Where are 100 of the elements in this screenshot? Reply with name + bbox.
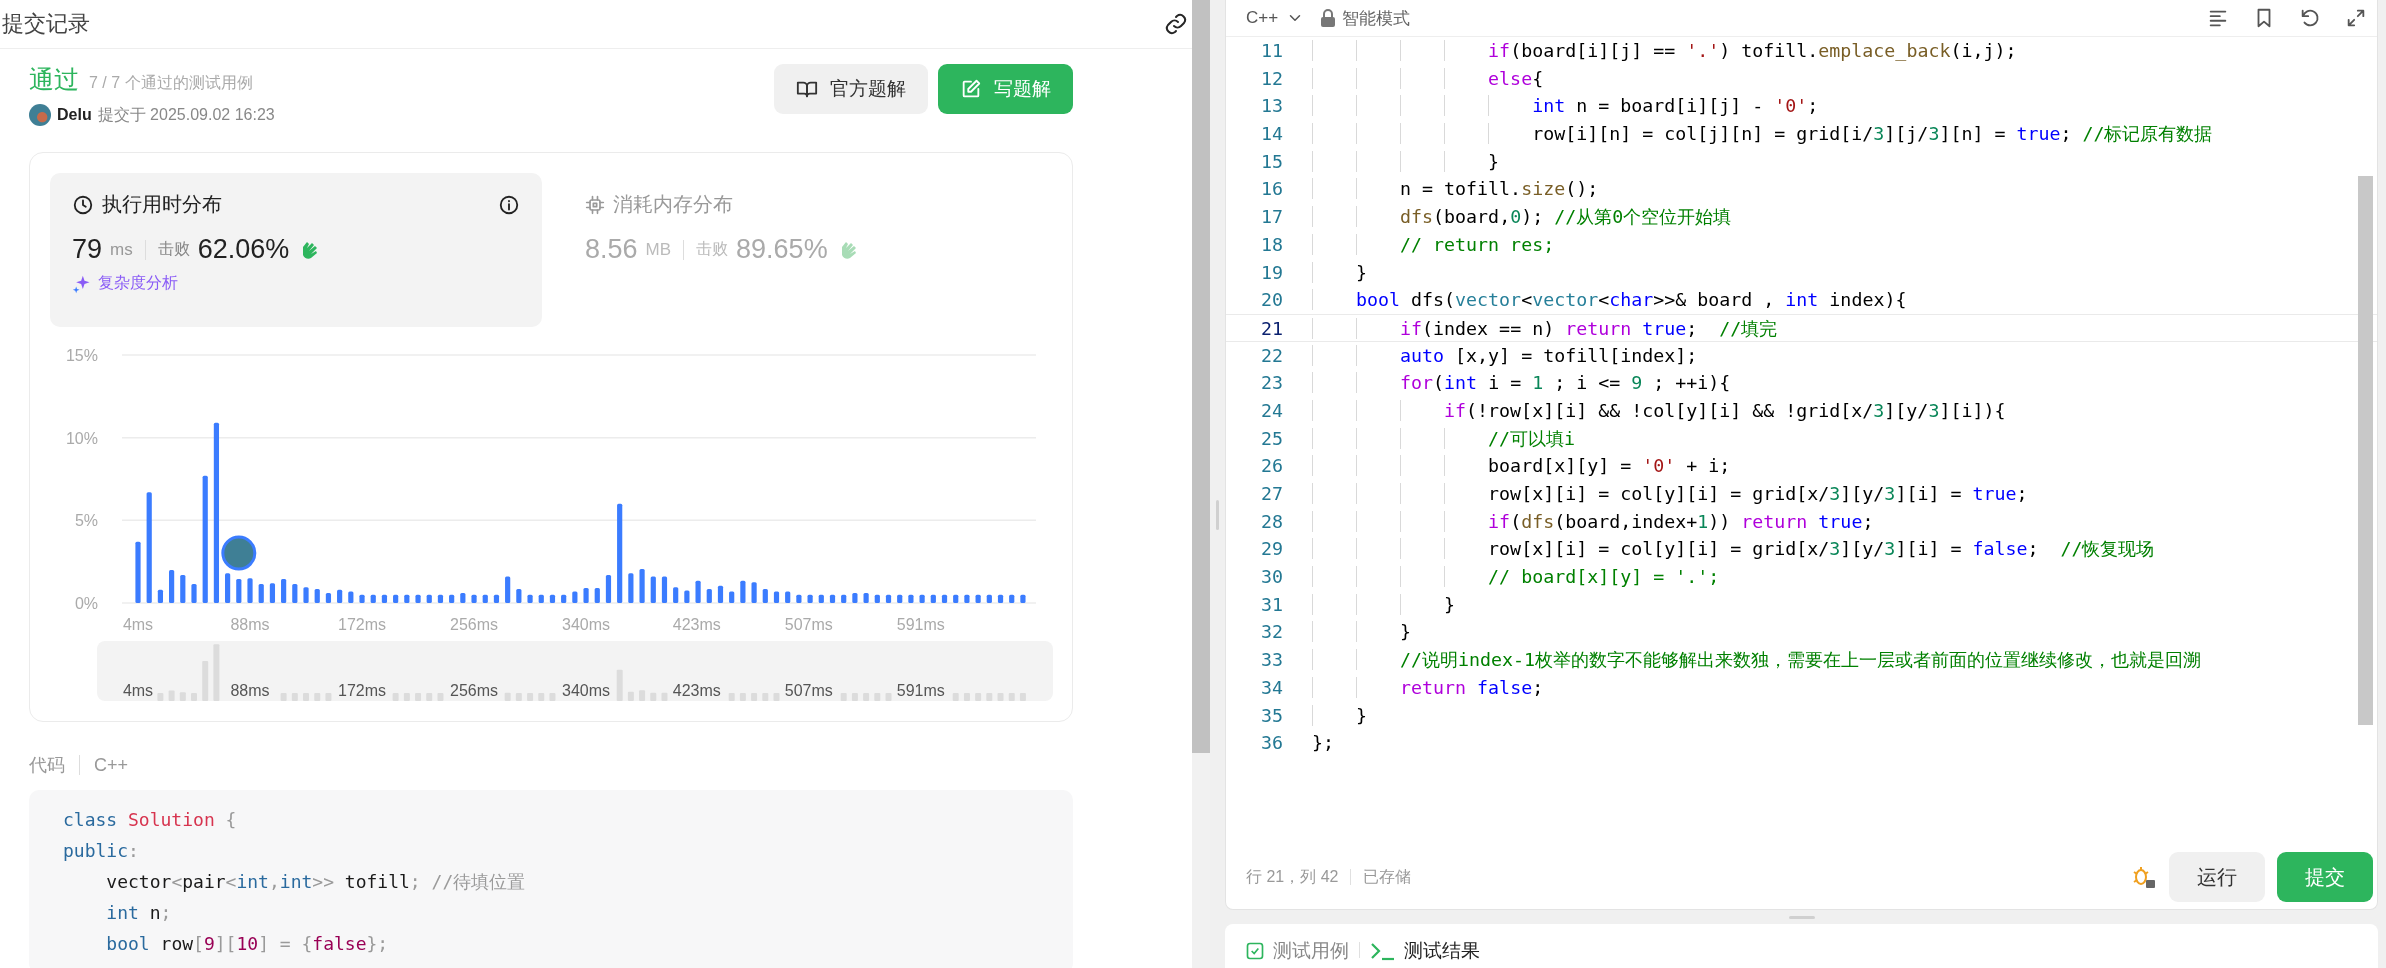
chart-bar [516, 588, 522, 603]
stat-tab[interactable]: 执行用时分布 79 ms 击败 62.06% 复杂度分析 [50, 173, 542, 327]
code-line: } [1488, 150, 1500, 172]
chart-bar [751, 582, 757, 603]
mini-bar [403, 693, 410, 701]
stat-title: 消耗内存分布 [613, 192, 733, 217]
code-line: //说明index-1枚举的数字不能够解出来数独，需要在上一层或者前面的位置继续修改，也就是回溯 [1400, 649, 2202, 671]
chart-bar [975, 594, 981, 603]
mini-bar [986, 693, 993, 701]
chart-bar [818, 594, 824, 603]
mini-bar [616, 669, 623, 701]
chart-bar [661, 576, 668, 603]
line-number: 22 [1260, 343, 1284, 368]
mini-bar [661, 692, 668, 701]
mini-bar [751, 693, 758, 701]
chart-bar [605, 574, 612, 603]
line-number: 19 [1260, 260, 1284, 285]
axis-label: 340ms [562, 616, 611, 633]
avatar-icon [29, 104, 51, 126]
edit-icon [960, 78, 982, 100]
chart-bar [583, 588, 589, 603]
mini-bar [952, 693, 959, 701]
axis-label: 423ms [672, 616, 721, 633]
axis-label: 340ms [562, 682, 611, 699]
chart-bar [157, 589, 163, 603]
chart-bar [785, 591, 791, 603]
code-line: return false; [1400, 676, 1544, 698]
code-line: if(index == n) return true; //填完 [1400, 317, 1778, 339]
console-tab[interactable]: 测试结果 [1370, 938, 1480, 964]
chart-bar [953, 594, 959, 603]
info-icon[interactable] [498, 193, 520, 216]
chart-bar [337, 589, 343, 603]
chart-bar [885, 594, 892, 603]
line-number: 21 [1260, 316, 1284, 341]
user-name[interactable]: Delu [57, 106, 92, 124]
chart-bar [986, 594, 992, 603]
code-line: row[i][n] = col[j][n] = grid[i/3][j/3][n] = true; //标记原有数据 [1532, 123, 2213, 145]
code-line: bool dfs(vector<vector<char>>& board , int index){ [1356, 289, 1907, 311]
link-icon[interactable] [1164, 12, 1188, 36]
chart-bar [303, 587, 309, 603]
scrollbar[interactable] [1192, 0, 1210, 753]
chart-bar [773, 591, 780, 603]
mini-bar [739, 693, 746, 701]
undo-icon[interactable] [2299, 7, 2321, 29]
resize-handle[interactable] [1788, 915, 1815, 919]
chart-bar [684, 590, 690, 603]
code-line: if(dfs(board,index+1)) return true; [1488, 510, 1874, 532]
code-line: dfs(board,0); //从第0个空位开始填 [1400, 206, 1732, 228]
chart-bar [673, 587, 679, 603]
code-line: int n = board[i][j] - '0'; [1532, 95, 1819, 117]
chart-bar [706, 588, 712, 603]
chart-bar [381, 594, 388, 603]
line-number: 11 [1260, 39, 1284, 63]
axis-label: 88ms [230, 616, 270, 633]
expand-icon[interactable] [2345, 7, 2367, 29]
solution-button[interactable]: 官方题解 [774, 64, 928, 114]
beats-percent: 62.06% [197, 234, 290, 265]
axis-label: 15% [65, 347, 98, 364]
resize-handle[interactable] [1216, 500, 1219, 530]
chart-bar [964, 594, 970, 603]
code-line: //可以填i [1488, 427, 1576, 449]
code-line: } [1356, 261, 1368, 283]
code-line: n = tofill.size(); [1400, 178, 1599, 200]
checkbox-icon [1245, 941, 1265, 961]
line-number: 20 [1260, 288, 1284, 313]
chart-bar [538, 594, 544, 603]
chart-bar [628, 573, 634, 603]
complexity-link[interactable]: 复杂度分析 [98, 273, 178, 294]
chart-bar [863, 593, 869, 603]
mini-bar [975, 693, 982, 701]
line-number: 33 [1260, 648, 1284, 673]
mini-bar [157, 693, 164, 701]
chart-bar [493, 594, 500, 603]
line-number: 23 [1260, 371, 1284, 396]
stat-title: 执行用时分布 [102, 192, 222, 217]
chart-bar [549, 594, 556, 603]
console-tab[interactable]: 测试用例 [1245, 938, 1349, 964]
axis-label: 423ms [672, 682, 721, 699]
chart-bar [449, 594, 455, 603]
clock-icon [72, 193, 94, 216]
chart-bar [729, 591, 735, 603]
mini-bar [963, 693, 970, 701]
code-line: // board[x][y] = '.'; [1488, 566, 1720, 588]
chart-bar [639, 569, 645, 603]
chart-bar [930, 594, 936, 603]
scrollbar[interactable] [2358, 176, 2373, 725]
bug-icon[interactable] [2131, 864, 2157, 890]
editor-button[interactable]: 运行 [2169, 852, 2265, 902]
stat-value: 79 [72, 234, 103, 265]
line-number: 13 [1260, 94, 1284, 119]
axis-label: 5% [74, 512, 98, 530]
axis-label: 172ms [338, 682, 387, 699]
mini-bar [885, 693, 892, 701]
line-number: 14 [1260, 122, 1284, 147]
mini-bar [392, 693, 399, 701]
language-select[interactable]: C++ [1246, 8, 1305, 28]
chart-bar [919, 594, 925, 603]
mini-bar [168, 690, 175, 701]
chart-bar [908, 594, 914, 603]
chart-bar [460, 593, 466, 603]
